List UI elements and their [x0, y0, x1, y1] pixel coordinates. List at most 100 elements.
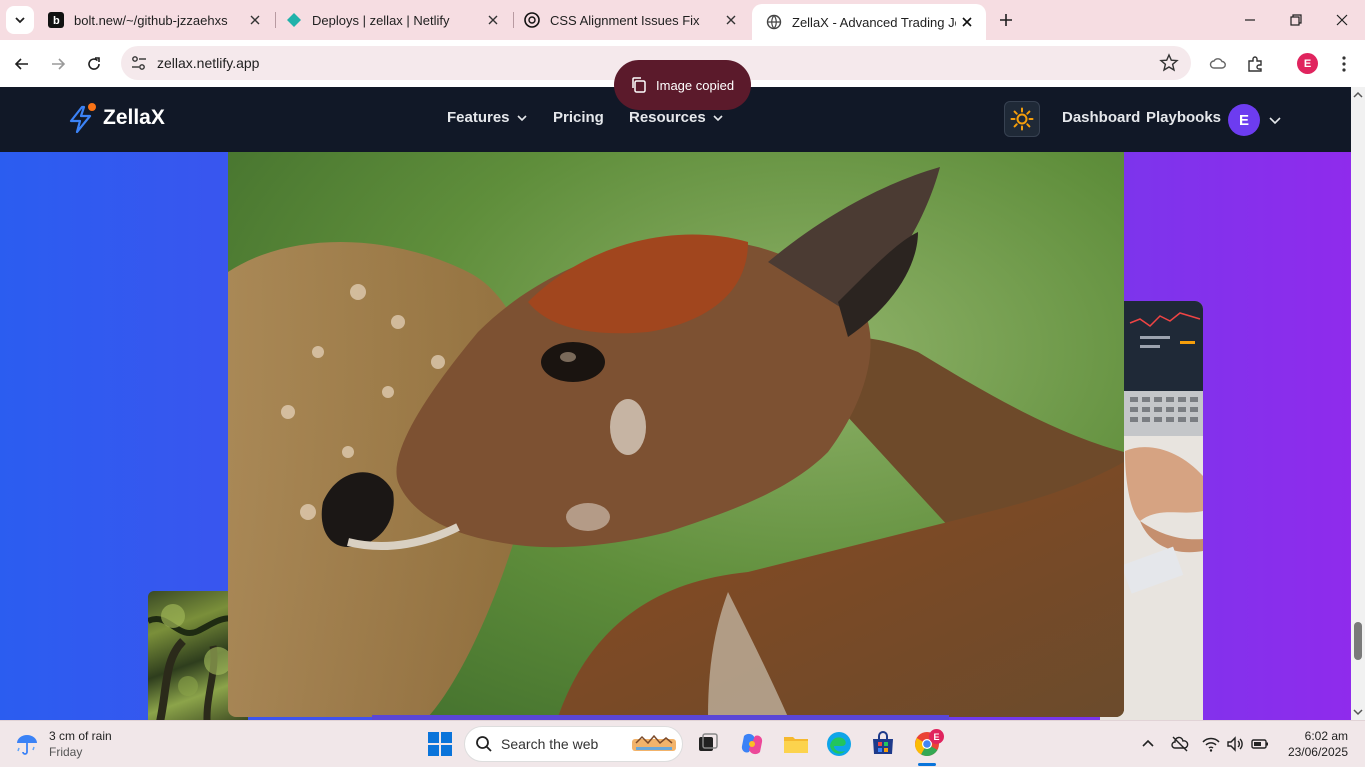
browser-menu-button[interactable] — [1329, 49, 1359, 79]
tab-title: Deploys | zellax | Netlify — [312, 12, 450, 28]
system-clock[interactable]: 6:02 am 23/06/2025 — [1270, 728, 1348, 760]
microsoft-store-app[interactable] — [869, 730, 897, 758]
nav-pricing-label: Pricing — [553, 109, 604, 126]
puzzle-icon — [1248, 56, 1262, 72]
globe-icon — [766, 14, 782, 30]
chrome-profile-badge: E — [929, 729, 944, 744]
umbrella-rain-icon — [17, 735, 37, 755]
close-icon — [1336, 14, 1348, 26]
site-logo[interactable]: ZellaX — [68, 101, 165, 135]
copilot-app[interactable] — [738, 730, 766, 758]
url-text: zellax.netlify.app — [157, 55, 260, 71]
search-icon — [476, 736, 492, 752]
new-tab-button[interactable] — [994, 8, 1018, 32]
nav-dashboard[interactable]: Dashboard — [1062, 109, 1140, 126]
tab-title: ZellaX - Advanced Trading Journ — [792, 14, 956, 30]
tab-bolt[interactable]: b bolt.new/~/github-jzzaehxs — [34, 0, 274, 40]
nav-playbooks-label: Playbooks — [1146, 109, 1222, 126]
sync-off-icon[interactable] — [1171, 735, 1189, 753]
site-settings-icon[interactable] — [129, 53, 149, 73]
openai-icon — [524, 12, 540, 28]
nav-features-label: Features — [447, 109, 510, 126]
tab-strip: b bolt.new/~/github-jzzaehxs Deploys | z… — [0, 0, 1365, 40]
arrow-right-icon — [52, 58, 66, 70]
arrow-left-icon — [14, 58, 28, 70]
folder-icon — [784, 737, 808, 753]
user-avatar[interactable]: E — [1228, 104, 1260, 136]
scrollbar-thumb[interactable] — [1354, 622, 1362, 660]
store-icon — [873, 731, 893, 754]
profile-avatar[interactable]: E — [1297, 53, 1318, 74]
restore-icon — [1290, 14, 1302, 26]
tab-search-button[interactable] — [6, 6, 34, 34]
chevron-down-icon — [516, 114, 527, 121]
plus-icon — [1000, 14, 1012, 26]
bookmark-star-icon[interactable] — [1159, 53, 1179, 73]
image-copied-toast: Image copied — [614, 60, 751, 110]
nav-features[interactable]: Features — [447, 109, 528, 126]
deer-image — [228, 152, 1124, 717]
windows-start-button[interactable] — [426, 730, 454, 758]
extensions-button[interactable] — [1240, 49, 1270, 79]
back-button[interactable] — [7, 49, 37, 79]
reload-button[interactable] — [79, 49, 109, 79]
netlify-icon — [286, 12, 302, 28]
close-tab-icon[interactable] — [482, 9, 504, 31]
chevron-up-icon[interactable] — [1139, 735, 1157, 753]
nav-dashboard-label: Dashboard — [1062, 109, 1141, 126]
nav-pricing[interactable]: Pricing — [553, 109, 604, 126]
scroll-up-arrow-icon[interactable] — [1353, 90, 1363, 100]
tab-title: bolt.new/~/github-jzzaehxs — [74, 12, 228, 28]
close-window-button[interactable] — [1319, 0, 1365, 40]
active-app-indicator — [918, 763, 936, 766]
nav-resources-label: Resources — [629, 109, 706, 126]
scroll-down-arrow-icon[interactable] — [1353, 707, 1363, 717]
battery-icon[interactable] — [1251, 735, 1269, 753]
clock-date: 23/06/2025 — [1287, 745, 1348, 759]
kebab-menu-icon — [1342, 56, 1346, 72]
windows-logo-icon — [428, 732, 452, 756]
taskbar-search-box[interactable]: Search the web — [464, 726, 683, 762]
copilot-icon — [741, 733, 763, 755]
brand-name: ZellaX — [103, 106, 165, 129]
chevron-down-icon — [15, 17, 25, 24]
close-tab-icon[interactable] — [244, 9, 266, 31]
svg-text:b: b — [53, 15, 60, 27]
extension-cloud-button[interactable] — [1203, 49, 1233, 79]
tab-zellax-active[interactable]: ZellaX - Advanced Trading Journ — [752, 4, 986, 40]
chevron-down-icon[interactable] — [1268, 113, 1282, 127]
webpage: ZellaX Features Pricing Resources Dashbo… — [0, 87, 1351, 720]
minimize-button[interactable] — [1227, 0, 1273, 40]
task-view-icon — [699, 733, 718, 751]
wifi-icon[interactable] — [1202, 735, 1220, 753]
windows-taskbar: 3 cm of rain Friday Search the web E 6:0… — [0, 720, 1365, 767]
tab-title: CSS Alignment Issues Fix — [550, 12, 700, 28]
clock-time: 6:02 am — [1304, 729, 1348, 743]
copy-icon — [632, 77, 646, 93]
edge-app[interactable] — [825, 730, 853, 758]
page-scrollbar[interactable] — [1351, 87, 1365, 720]
nav-resources[interactable]: Resources — [629, 109, 724, 126]
cloud-icon — [1209, 58, 1226, 69]
reload-icon — [88, 57, 100, 70]
weather-condition: 3 cm of rain — [49, 729, 112, 743]
close-tab-icon[interactable] — [720, 9, 742, 31]
file-explorer-app[interactable] — [782, 730, 810, 758]
toast-text: Image copied — [656, 77, 735, 93]
taskbar-search-placeholder: Search the web — [501, 736, 599, 752]
chevron-down-icon — [713, 114, 723, 121]
tab-netlify[interactable]: Deploys | zellax | Netlify — [272, 0, 512, 40]
task-view-button[interactable] — [694, 730, 722, 758]
speaker-icon[interactable] — [1226, 735, 1244, 753]
minimize-icon — [1245, 19, 1255, 21]
restore-button[interactable] — [1273, 0, 1319, 40]
tab-chatgpt[interactable]: CSS Alignment Issues Fix — [510, 0, 750, 40]
theme-toggle-button[interactable] — [1004, 101, 1040, 137]
edge-icon — [827, 732, 851, 756]
weather-widget[interactable]: 3 cm of rain Friday — [14, 728, 112, 760]
close-tab-icon[interactable] — [956, 11, 978, 33]
screen: b bolt.new/~/github-jzzaehxs Deploys | z… — [0, 0, 1365, 767]
weather-day: Friday — [49, 745, 83, 759]
nav-playbooks[interactable]: Playbooks — [1146, 109, 1221, 126]
forward-button[interactable] — [43, 49, 73, 79]
